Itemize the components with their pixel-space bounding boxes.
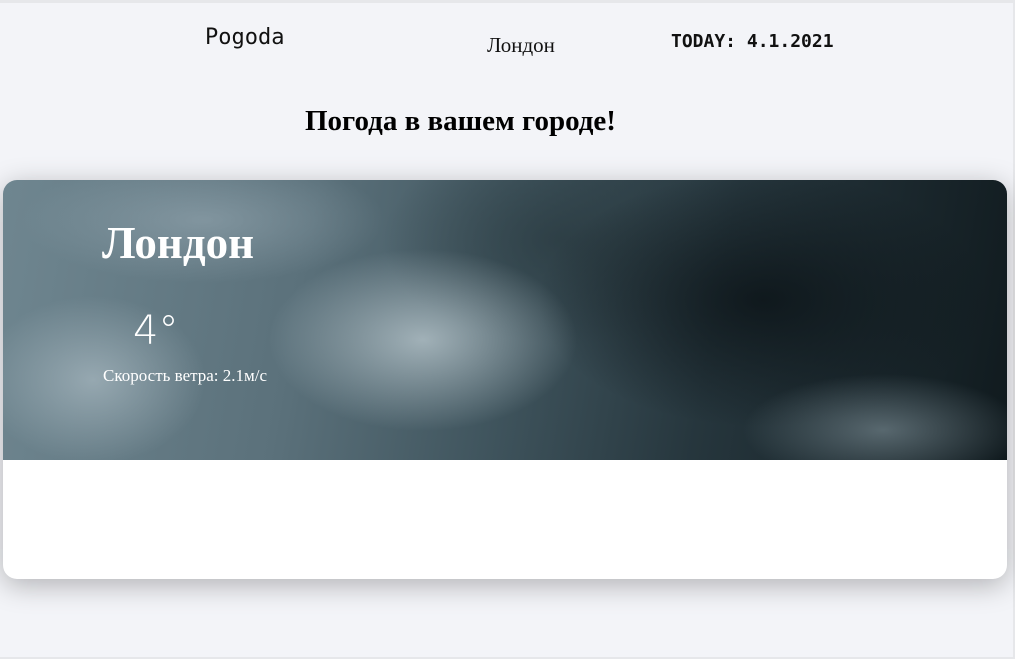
page-heading: Погода в вашем городе! (305, 105, 616, 137)
weather-card: Лондон 4° Скорость ветра: 2.1м/с (3, 180, 1007, 579)
header-date: TODAY: 4.1.2021 (671, 31, 834, 52)
site-logo[interactable]: Pogoda (205, 25, 284, 50)
weather-hero-image: Лондон 4° Скорость ветра: 2.1м/с (3, 180, 1007, 460)
top-border (0, 0, 1015, 3)
header-city: Лондон (487, 33, 555, 57)
weather-wind-speed: Скорость ветра: 2.1м/с (103, 366, 268, 385)
weather-temperature: 4° (133, 308, 179, 354)
weather-city: Лондон (102, 218, 255, 268)
